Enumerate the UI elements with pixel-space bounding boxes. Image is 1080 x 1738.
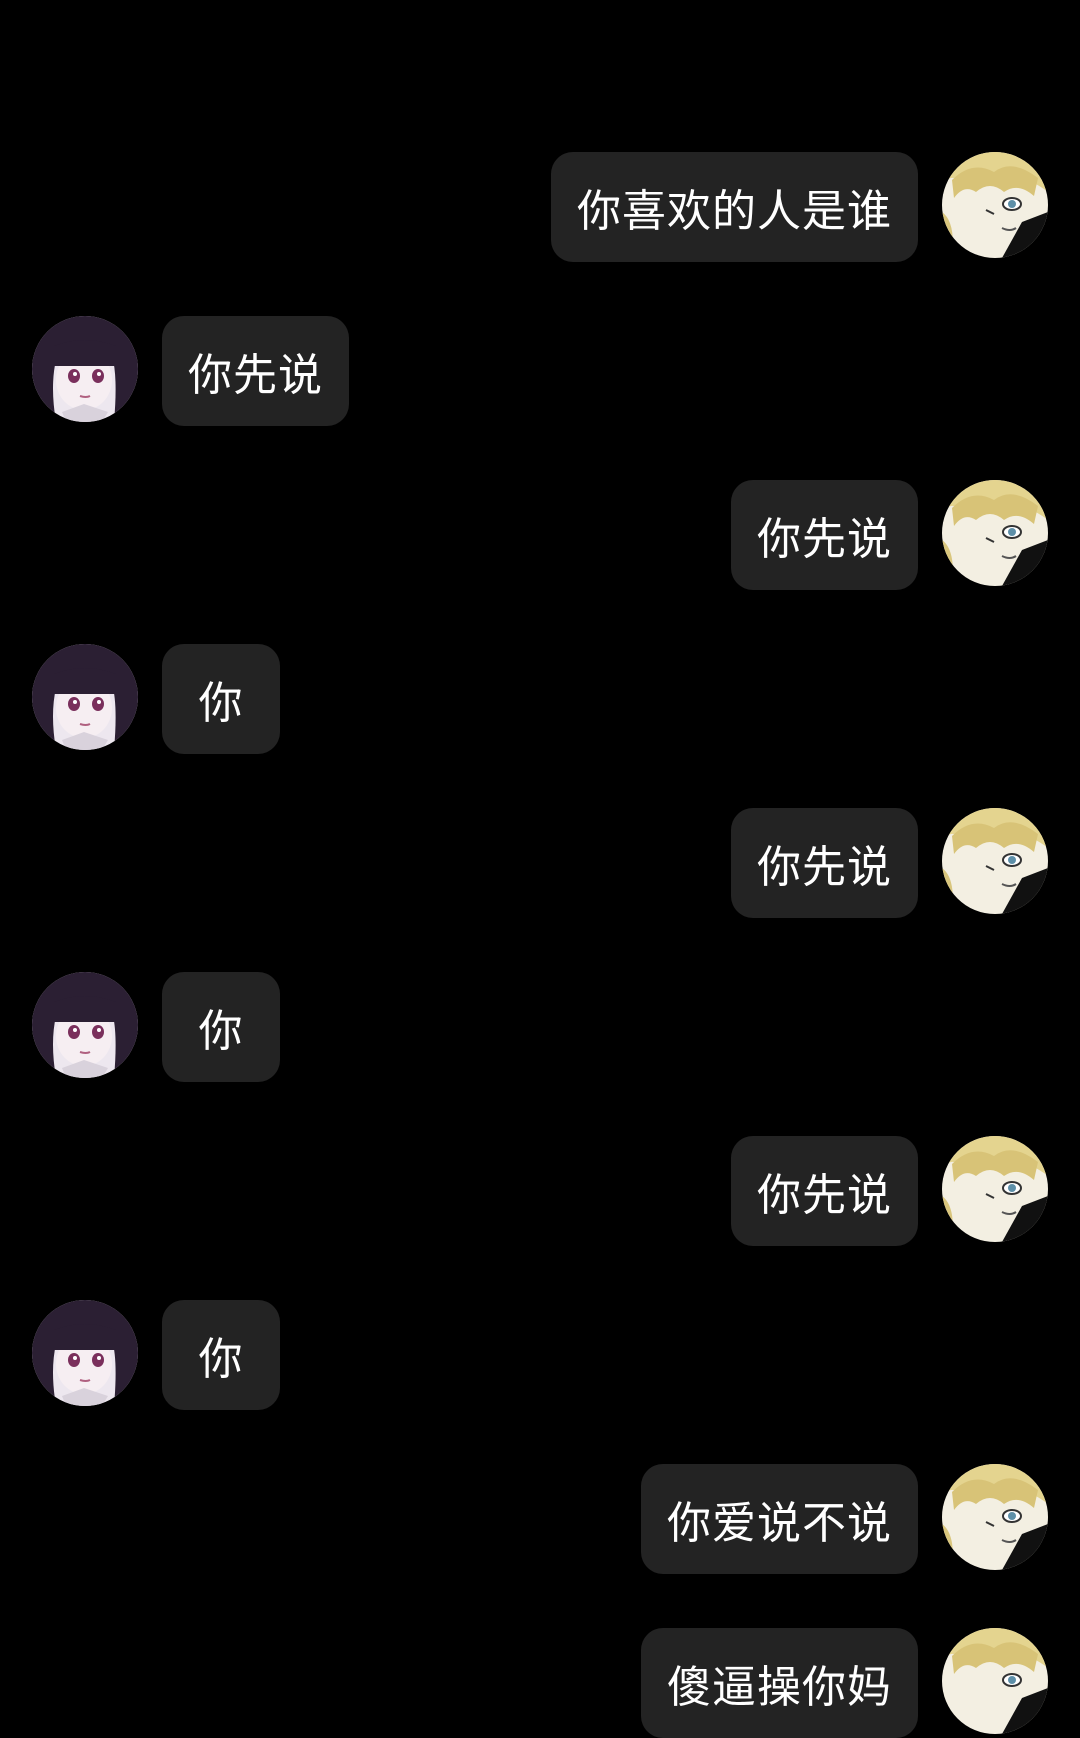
blond-boy-avatar[interactable] [942,1136,1048,1242]
blond-boy-avatar[interactable] [942,808,1048,914]
blond-boy-avatar[interactable] [942,1628,1048,1734]
message-received: 你 [32,1300,280,1410]
blond-boy-avatar[interactable] [942,1464,1048,1570]
message-bubble[interactable]: 你 [162,972,280,1082]
message-received: 你 [32,644,280,754]
message-bubble[interactable]: 你 [162,1300,280,1410]
message-sent: 傻逼操你妈 [641,1628,1048,1738]
message-received: 你 [32,972,280,1082]
message-bubble[interactable]: 你先说 [731,1136,918,1246]
blond-boy-avatar[interactable] [942,152,1048,258]
dark-hair-girl-avatar[interactable] [32,1300,138,1406]
message-bubble[interactable]: 你 [162,644,280,754]
message-bubble[interactable]: 你爱说不说 [641,1464,918,1574]
blond-boy-avatar[interactable] [942,480,1048,586]
message-sent: 你先说 [731,1136,1048,1246]
chat-view: 你喜欢的人是谁 你先说 你先说 你 你先说 你 你先说 你 你爱说不说 傻逼操你… [0,0,1080,1738]
message-sent: 你爱说不说 [641,1464,1048,1574]
dark-hair-girl-avatar[interactable] [32,972,138,1078]
message-bubble[interactable]: 你先说 [731,808,918,918]
message-bubble[interactable]: 你喜欢的人是谁 [551,152,918,262]
message-received: 你先说 [32,316,349,426]
message-bubble[interactable]: 你先说 [162,316,349,426]
message-sent: 你先说 [731,808,1048,918]
message-bubble[interactable]: 你先说 [731,480,918,590]
message-bubble[interactable]: 傻逼操你妈 [641,1628,918,1738]
message-sent: 你先说 [731,480,1048,590]
message-sent: 你喜欢的人是谁 [551,152,1048,262]
dark-hair-girl-avatar[interactable] [32,316,138,422]
dark-hair-girl-avatar[interactable] [32,644,138,750]
